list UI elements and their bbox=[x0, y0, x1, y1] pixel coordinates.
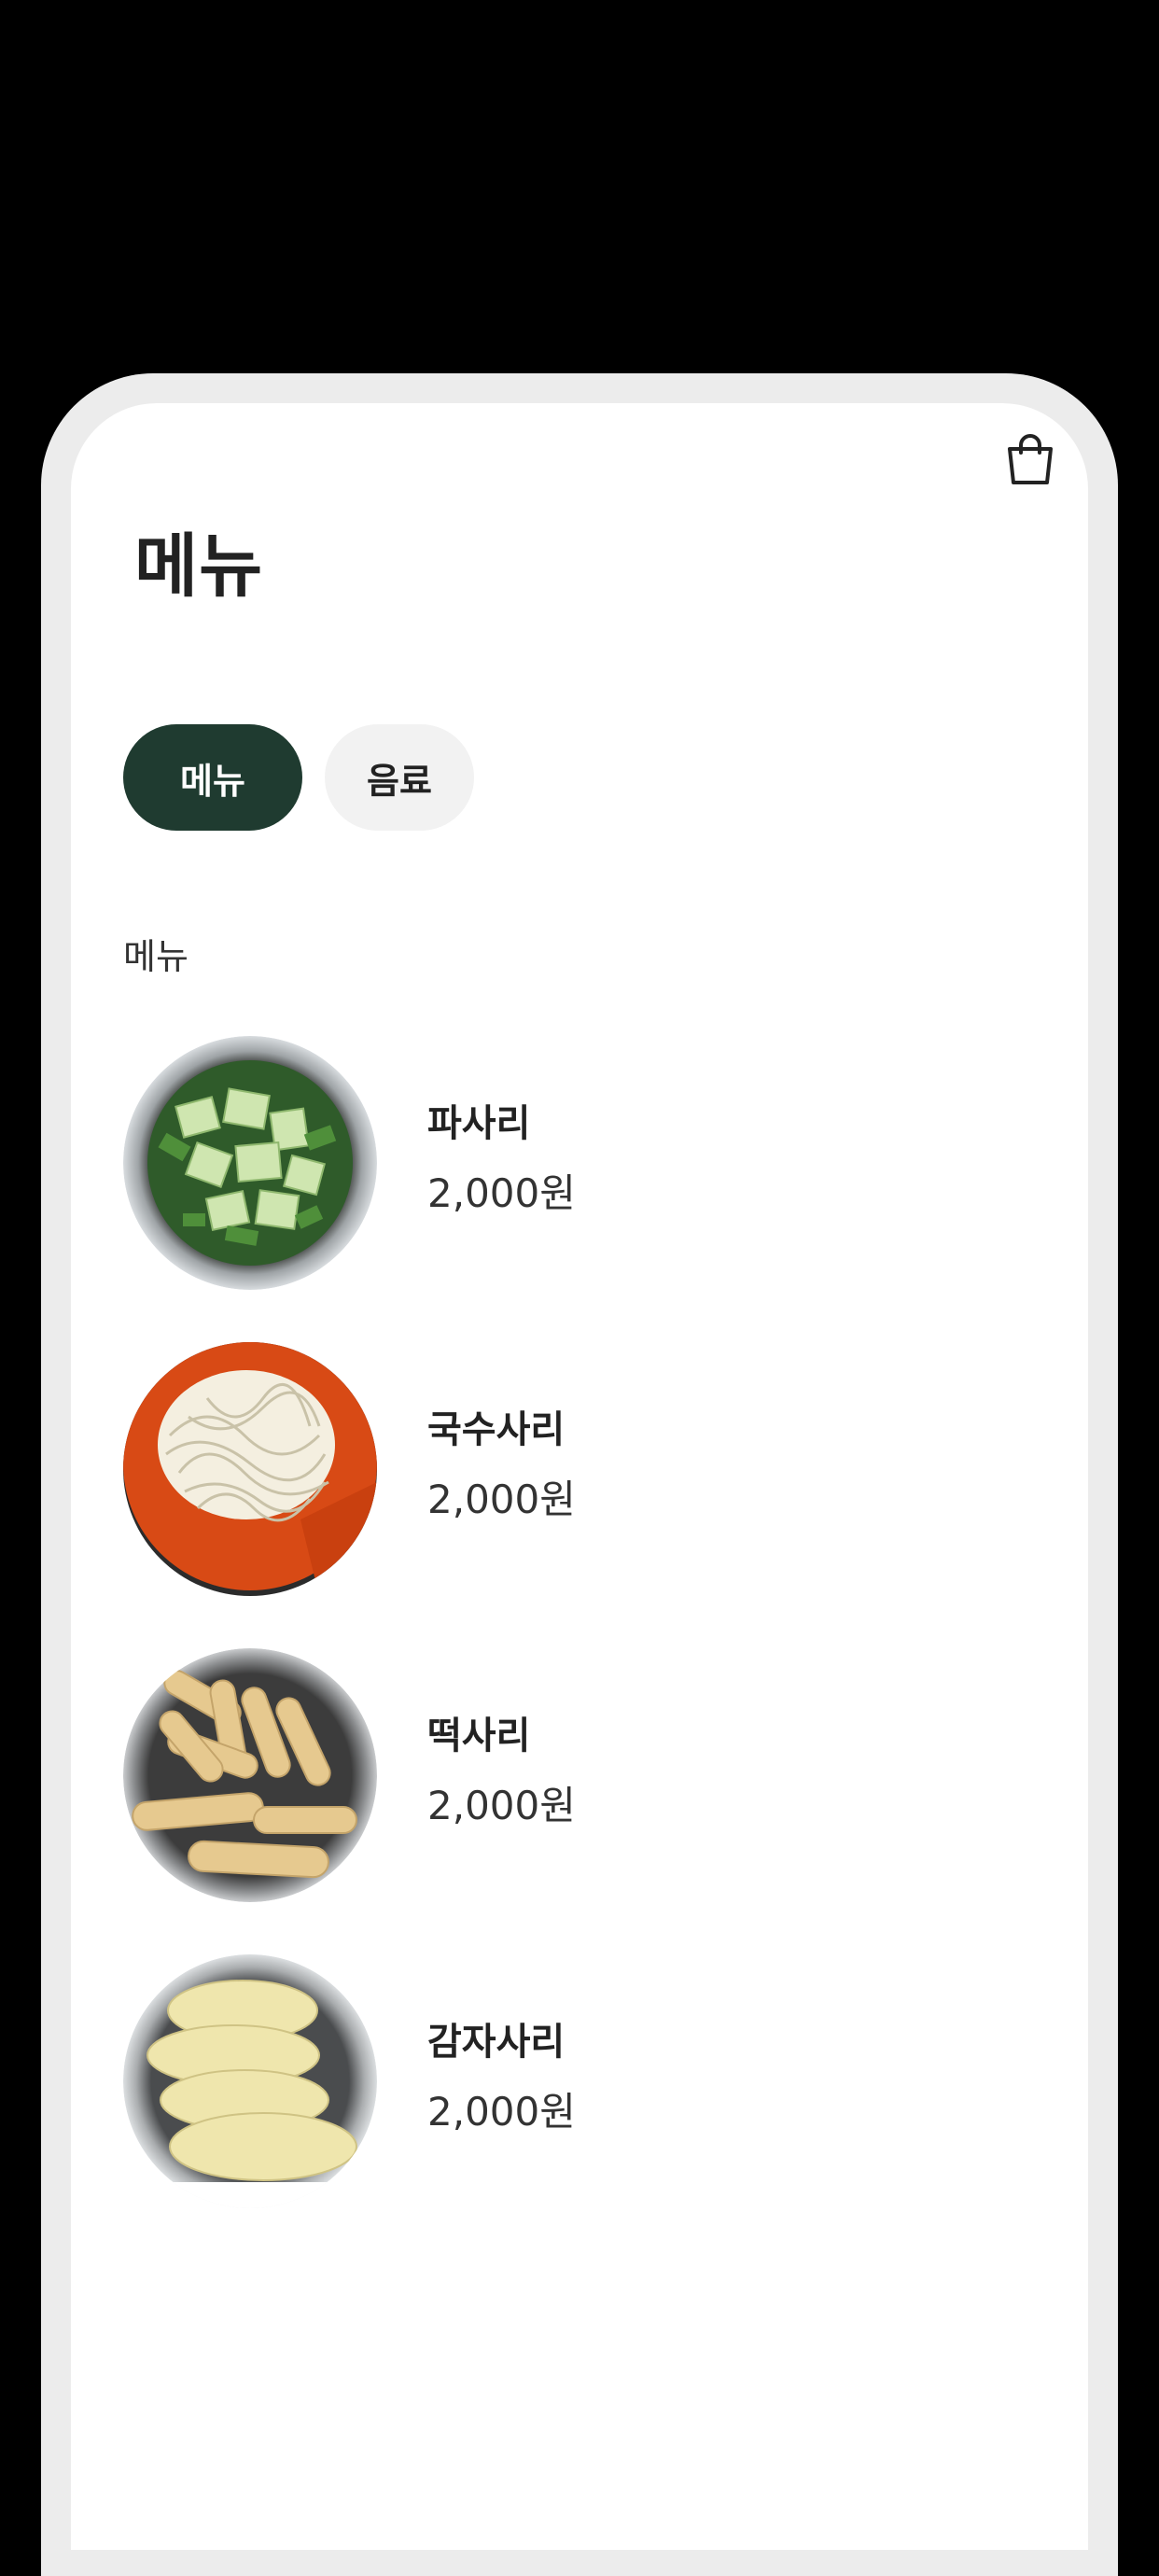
cart-button[interactable] bbox=[1000, 429, 1060, 489]
item-name: 국수사리 bbox=[427, 1408, 566, 1451]
tab-menu[interactable]: 메뉴 bbox=[123, 724, 302, 831]
potato-photo bbox=[123, 1954, 377, 2208]
item-name: 파사리 bbox=[427, 1102, 531, 1145]
item-price: 2,000원 bbox=[427, 1477, 576, 1522]
menu-item-potato[interactable]: 감자사리 2,000원 bbox=[123, 1954, 1019, 2212]
item-price: 2,000원 bbox=[427, 1170, 576, 1216]
shopping-bag-icon bbox=[1008, 434, 1053, 484]
menu-item-rice-cake[interactable]: 떡사리 2,000원 bbox=[123, 1648, 1019, 1906]
tab-drinks[interactable]: 음료 bbox=[325, 724, 474, 831]
item-price: 2,000원 bbox=[427, 2089, 576, 2135]
page-title: 메뉴 bbox=[134, 526, 264, 607]
green-onion-photo bbox=[123, 1036, 377, 1290]
section-label: 메뉴 bbox=[123, 936, 189, 977]
menu-item-green-onion[interactable]: 파사리 2,000원 bbox=[123, 1036, 1019, 1294]
item-price: 2,000원 bbox=[427, 1783, 576, 1828]
menu-item-noodles[interactable]: 국수사리 2,000원 bbox=[123, 1342, 1019, 1600]
item-name: 감자사리 bbox=[427, 2021, 566, 2064]
item-name: 떡사리 bbox=[427, 1715, 531, 1757]
noodles-photo bbox=[123, 1342, 377, 1596]
rice-cake-photo bbox=[123, 1648, 377, 1902]
